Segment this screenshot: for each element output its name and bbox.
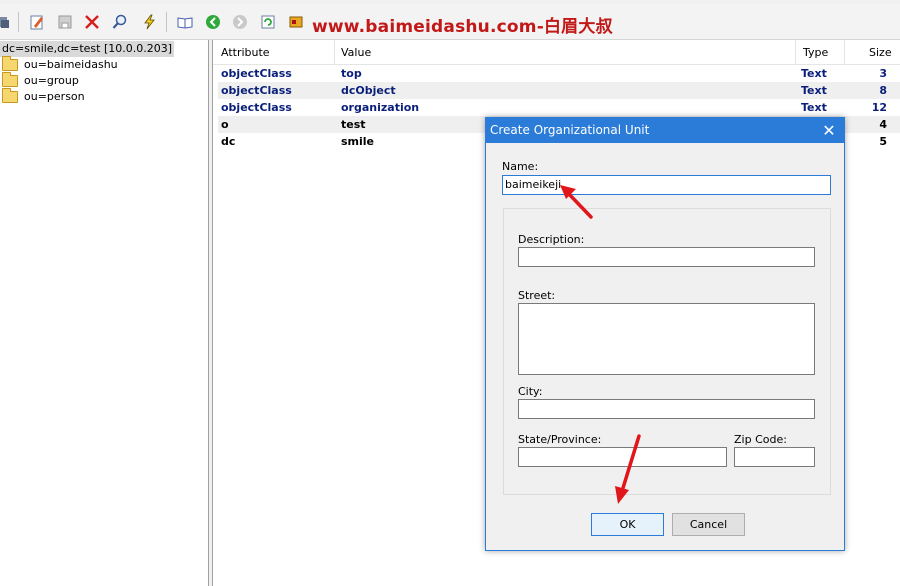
tree-item-label: ou=group	[24, 74, 79, 87]
column-header-attribute[interactable]: Attribute	[213, 40, 335, 65]
tree-item-group[interactable]: ou=group	[2, 72, 79, 89]
gear-icon[interactable]	[0, 13, 12, 31]
save-icon[interactable]	[56, 13, 74, 31]
export-icon[interactable]	[287, 13, 305, 31]
tree-item-label: ou=baimeidashu	[24, 58, 118, 71]
description-field[interactable]	[518, 247, 815, 267]
cell-value: organization	[341, 101, 420, 114]
cell-type: Text	[801, 101, 827, 114]
cell-type: Text	[801, 84, 827, 97]
delete-icon[interactable]	[83, 13, 101, 31]
column-header-size[interactable]: Size	[845, 40, 900, 65]
cell-type: Text	[801, 67, 827, 80]
cell-size: 8	[879, 84, 887, 97]
tree-item-label: ou=person	[24, 90, 85, 103]
cell-attribute: dc	[221, 135, 236, 148]
toolbar: www.baimeidashu.com-白眉大叔	[0, 4, 900, 40]
city-label: City:	[518, 385, 543, 398]
lightning-icon[interactable]	[140, 13, 158, 31]
tree-item-baimeidashu[interactable]: ou=baimeidashu	[2, 56, 118, 73]
table-row[interactable]: objectClass organization Text 12	[218, 99, 900, 116]
street-field[interactable]	[518, 303, 815, 375]
cell-value: dcObject	[341, 84, 396, 97]
cell-attribute: objectClass	[221, 101, 292, 114]
ok-button[interactable]: OK	[591, 513, 664, 536]
create-ou-dialog: Create Organizational Unit ✕ Name: baime…	[485, 117, 845, 551]
folder-icon	[2, 56, 18, 71]
state-label: State/Province:	[518, 433, 602, 446]
cell-size: 5	[879, 135, 887, 148]
edit-icon[interactable]	[28, 13, 46, 31]
watermark-text: www.baimeidashu.com-白眉大叔	[312, 17, 613, 37]
table-row[interactable]: objectClass top Text 3	[218, 65, 900, 82]
cell-attribute: objectClass	[221, 67, 292, 80]
cell-size: 12	[871, 101, 887, 114]
table-header: Attribute Value Type Size	[213, 40, 900, 65]
book-icon[interactable]	[176, 13, 194, 31]
name-label: Name:	[502, 160, 539, 173]
cell-attribute: o	[221, 118, 229, 131]
zip-field[interactable]	[734, 447, 815, 467]
search-icon[interactable]	[111, 13, 129, 31]
column-header-value[interactable]: Value	[333, 40, 796, 65]
cell-size: 4	[879, 118, 887, 131]
zip-label: Zip Code:	[734, 433, 787, 446]
street-label: Street:	[518, 289, 556, 302]
cell-value: smile	[341, 135, 375, 148]
name-field[interactable]: baimeikeji	[502, 175, 831, 195]
cell-value: top	[341, 67, 362, 80]
cancel-button[interactable]: Cancel	[672, 513, 745, 536]
city-field[interactable]	[518, 399, 815, 419]
forward-icon[interactable]	[231, 13, 249, 31]
directory-tree: dc=smile,dc=test [10.0.0.203] ou=baimeid…	[0, 40, 208, 586]
cell-size: 3	[879, 67, 887, 80]
tree-item-person[interactable]: ou=person	[2, 88, 85, 105]
refresh-icon[interactable]	[259, 13, 277, 31]
back-icon[interactable]	[204, 13, 222, 31]
column-header-type[interactable]: Type	[795, 40, 845, 65]
table-row[interactable]: objectClass dcObject Text 8	[218, 82, 900, 99]
folder-icon	[2, 88, 18, 103]
close-icon[interactable]: ✕	[814, 118, 844, 143]
description-label: Description:	[518, 233, 585, 246]
dialog-title: Create Organizational Unit	[486, 118, 844, 143]
folder-icon	[2, 72, 18, 87]
state-field[interactable]	[518, 447, 727, 467]
tree-root-node[interactable]: dc=smile,dc=test [10.0.0.203]	[0, 41, 175, 57]
cell-value: test	[341, 118, 366, 131]
cell-attribute: objectClass	[221, 84, 292, 97]
